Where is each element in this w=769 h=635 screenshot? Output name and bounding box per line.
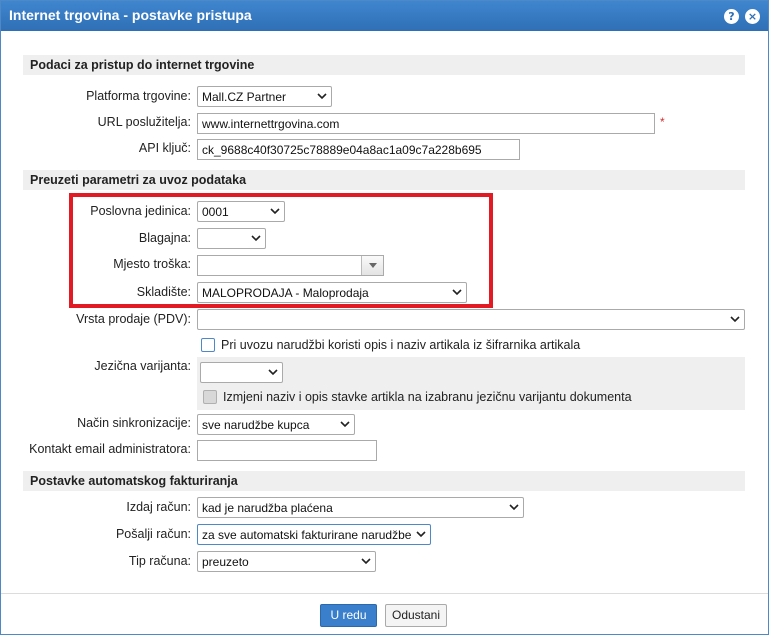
platform-select[interactable]: Mall.CZ Partner [197,86,332,107]
change-name-checkbox[interactable] [203,390,217,404]
ok-button[interactable]: U redu [320,604,377,627]
send-invoice-value: za sve automatski fakturirane narudžbe [202,528,412,542]
chevron-down-icon [268,369,278,376]
section-invoicing-header: Postavke automatskog fakturiranja [23,471,745,491]
close-icon[interactable]: × [745,9,760,24]
send-invoice-select[interactable]: za sve automatski fakturirane narudžbe [197,524,431,545]
issue-invoice-value: kad je narudžba plaćena [202,501,333,515]
url-input[interactable]: www.internettrgovina.com [197,113,655,134]
chevron-down-icon [416,531,426,538]
admin-email-input[interactable] [197,440,377,461]
language-select[interactable] [200,362,283,383]
highlight-box [69,193,493,308]
issue-invoice-label: Izdaj račun: [126,500,191,514]
invoice-type-value: preuzeto [202,555,249,569]
api-key-input[interactable]: ck_9688c40f30725c78889e04a8ac1a09c7a228b… [197,139,520,160]
section-access-header: Podaci za pristup do internet trgovine [23,55,745,75]
sale-type-select[interactable] [197,309,745,330]
section-import-header: Preuzeti parametri za uvoz podataka [23,170,745,190]
titlebar: Internet trgovina - postavke pristupa ? … [1,1,768,31]
chevron-down-icon [509,504,519,511]
invoice-type-label: Tip računa: [128,554,191,568]
chevron-down-icon [730,316,740,323]
chevron-down-icon [317,93,327,100]
issue-invoice-select[interactable]: kad je narudžba plaćena [197,497,524,518]
chevron-down-icon [340,421,350,428]
cancel-button[interactable]: Odustani [385,604,447,627]
window-title: Internet trgovina - postavke pristupa [9,7,252,23]
platform-label: Platforma trgovine: [86,89,191,103]
platform-value: Mall.CZ Partner [202,90,287,104]
invoice-type-select[interactable]: preuzeto [197,551,376,572]
use-description-label: Pri uvozu narudžbi koristi opis i naziv … [221,338,581,352]
settings-dialog: Internet trgovina - postavke pristupa ? … [0,0,769,635]
footer-divider [1,593,768,594]
language-label: Jezična varijanta: [94,359,191,373]
change-name-label: Izmjeni naziv i opis stavke artikla na i… [223,390,632,404]
sync-select[interactable]: sve narudžbe kupca [197,414,355,435]
api-key-label: API ključ: [138,141,191,155]
help-icon[interactable]: ? [724,9,739,24]
required-marker: * [660,115,665,129]
sale-type-label: Vrsta prodaje (PDV): [76,312,191,326]
url-label: URL poslužitelja: [97,115,191,129]
send-invoice-label: Pošalji račun: [115,527,191,541]
use-description-checkbox[interactable] [201,338,215,352]
sync-label: Način sinkronizacije: [77,416,191,430]
admin-email-label: Kontakt email administratora: [29,442,191,456]
chevron-down-icon [361,558,371,565]
sync-value: sve narudžbe kupca [202,418,310,432]
